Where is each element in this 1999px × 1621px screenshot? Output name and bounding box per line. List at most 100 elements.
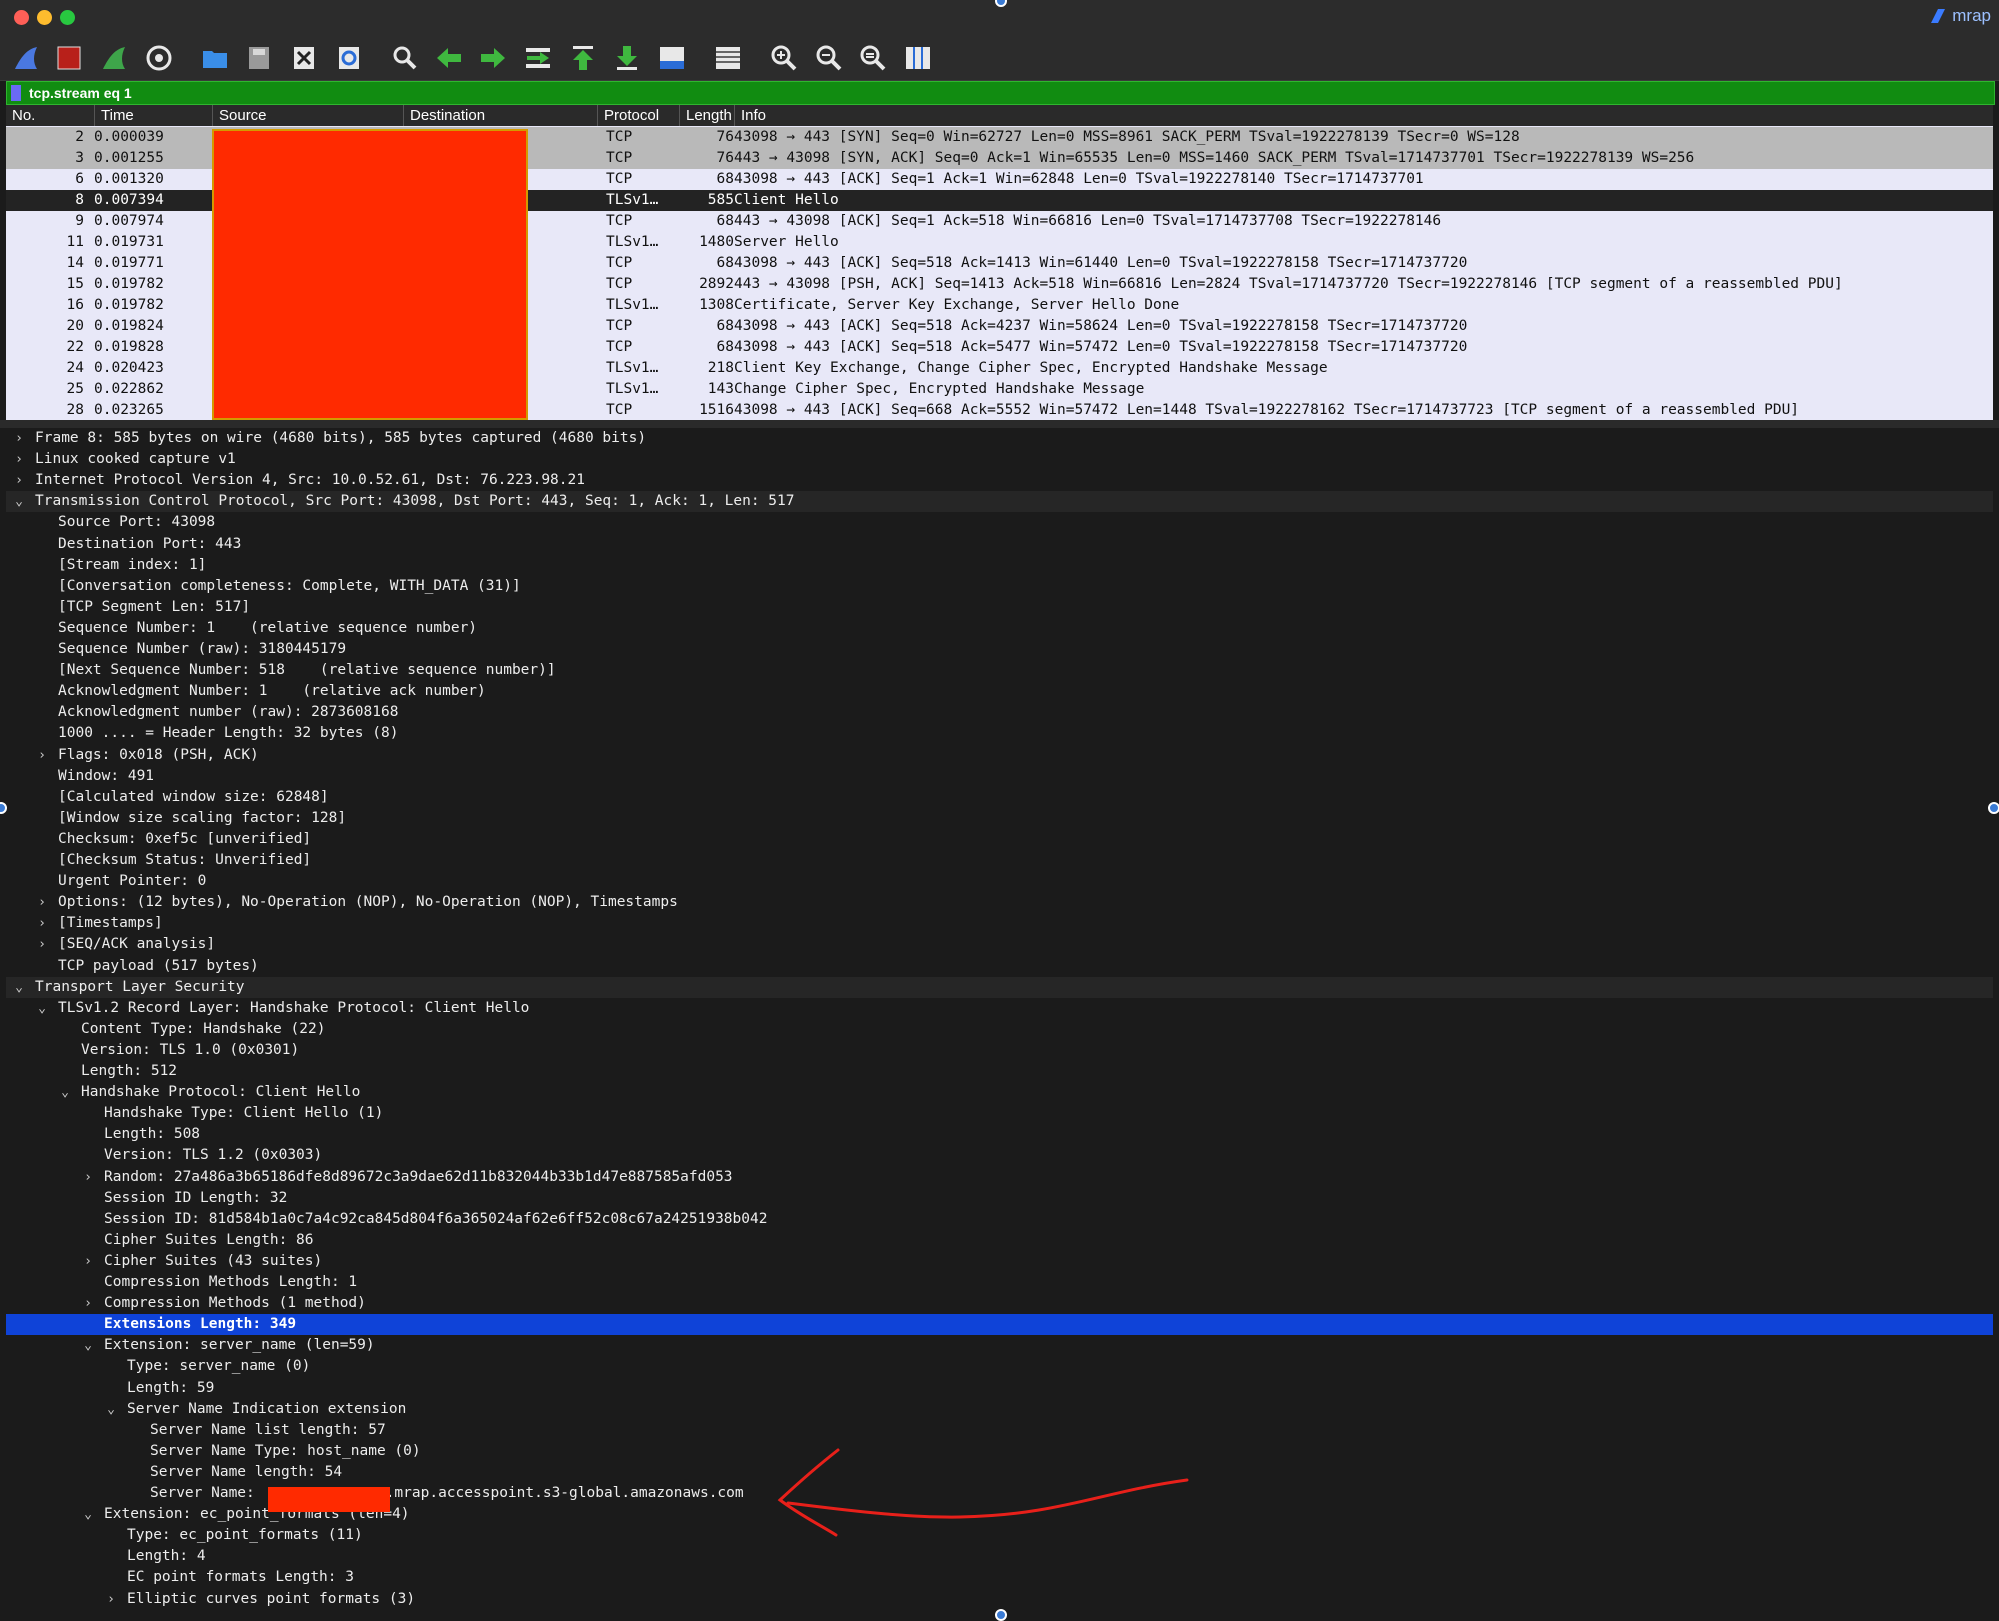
detail-row[interactable]: › Elliptic curves point formats (3): [6, 1589, 1993, 1610]
find-packet-button[interactable]: [387, 40, 423, 76]
detail-row[interactable]: Server Name Type: host_name (0): [6, 1441, 1993, 1462]
collapse-chevron-icon[interactable]: ⌄: [35, 998, 49, 1019]
expand-chevron-icon[interactable]: ›: [35, 892, 49, 913]
detail-row[interactable]: [Conversation completeness: Complete, WI…: [6, 576, 1993, 597]
expand-chevron-icon[interactable]: ›: [12, 449, 26, 470]
column-destination[interactable]: Destination: [403, 105, 597, 126]
expand-chevron-icon[interactable]: ›: [81, 1167, 95, 1188]
detail-row[interactable]: › Cipher Suites (43 suites): [6, 1251, 1993, 1272]
detail-row[interactable]: Server Name list length: 57: [6, 1420, 1993, 1441]
detail-row[interactable]: Type: ec_point_formats (11): [6, 1525, 1993, 1546]
expand-chevron-icon[interactable]: ›: [12, 470, 26, 491]
last-packet-button[interactable]: [609, 40, 645, 76]
restart-capture-button[interactable]: [96, 40, 132, 76]
expand-chevron-icon[interactable]: ›: [81, 1293, 95, 1314]
stop-capture-button[interactable]: [51, 40, 87, 76]
close-window-button[interactable]: [14, 10, 29, 25]
detail-row[interactable]: Length: 512: [6, 1061, 1993, 1082]
column-source[interactable]: Source: [212, 105, 403, 126]
detail-row[interactable]: Cipher Suites Length: 86: [6, 1230, 1993, 1251]
detail-row[interactable]: [Stream index: 1]: [6, 555, 1993, 576]
detail-row[interactable]: [Checksum Status: Unverified]: [6, 850, 1993, 871]
detail-row[interactable]: TCP payload (517 bytes): [6, 956, 1993, 977]
display-filter-bar[interactable]: tcp.stream eq 1: [6, 81, 1995, 105]
bookmark-icon[interactable]: [11, 85, 21, 101]
detail-row[interactable]: ⌄ Transport Layer Security: [6, 976, 1993, 998]
minimize-window-button[interactable]: [37, 10, 52, 25]
packet-list[interactable]: No. Time Source Destination Protocol Len…: [6, 105, 1993, 420]
detail-row[interactable]: Acknowledgment number (raw): 2873608168: [6, 702, 1993, 723]
detail-row[interactable]: Length: 4: [6, 1546, 1993, 1567]
detail-row[interactable]: Sequence Number (raw): 3180445179: [6, 639, 1993, 660]
display-filter-input[interactable]: tcp.stream eq 1: [29, 82, 132, 104]
start-capture-button[interactable]: [8, 40, 44, 76]
expand-chevron-icon[interactable]: ›: [35, 745, 49, 766]
expand-chevron-icon[interactable]: ›: [81, 1251, 95, 1272]
detail-row[interactable]: Urgent Pointer: 0: [6, 871, 1993, 892]
column-protocol[interactable]: Protocol: [597, 105, 679, 126]
bottom-resize-handle[interactable]: [995, 1609, 1007, 1621]
detail-row[interactable]: Source Port: 43098: [6, 512, 1993, 533]
detail-row[interactable]: › Compression Methods (1 method): [6, 1293, 1993, 1314]
detail-row[interactable]: Sequence Number: 1 (relative sequence nu…: [6, 618, 1993, 639]
collapse-chevron-icon[interactable]: ⌄: [81, 1335, 95, 1356]
detail-row[interactable]: Content Type: Handshake (22): [6, 1019, 1993, 1040]
detail-row[interactable]: Extensions Length: 349: [6, 1314, 1993, 1336]
detail-row[interactable]: ⌄ Transmission Control Protocol, Src Port…: [6, 491, 1993, 513]
detail-row[interactable]: ⌄ Handshake Protocol: Client Hello: [6, 1082, 1993, 1103]
detail-row[interactable]: Session ID Length: 32: [6, 1188, 1993, 1209]
column-length[interactable]: Length: [679, 105, 734, 126]
detail-row[interactable]: Length: 59: [6, 1378, 1993, 1399]
detail-row[interactable]: ⌄ Extension: server_name (len=59): [6, 1335, 1993, 1356]
open-file-button[interactable]: [197, 40, 233, 76]
detail-row[interactable]: Handshake Type: Client Hello (1): [6, 1103, 1993, 1124]
reload-file-button[interactable]: [331, 40, 367, 76]
detail-row[interactable]: Length: 508: [6, 1124, 1993, 1145]
first-packet-button[interactable]: [565, 40, 601, 76]
detail-row[interactable]: › Linux cooked capture v1: [6, 449, 1993, 470]
close-file-button[interactable]: [286, 40, 322, 76]
expand-chevron-icon[interactable]: ›: [104, 1589, 118, 1610]
collapse-chevron-icon[interactable]: ⌄: [12, 977, 26, 998]
pane-splitter[interactable]: [0, 420, 1999, 428]
detail-row[interactable]: › Internet Protocol Version 4, Src: 10.0.…: [6, 470, 1993, 491]
detail-row[interactable]: Acknowledgment Number: 1 (relative ack n…: [6, 681, 1993, 702]
detail-row[interactable]: › Random: 27a486a3b65186dfe8d89672c3a9dae…: [6, 1167, 1993, 1188]
autoscroll-button[interactable]: [654, 40, 690, 76]
detail-row[interactable]: › [Timestamps]: [6, 913, 1993, 934]
column-no[interactable]: No.: [6, 105, 94, 126]
collapse-chevron-icon[interactable]: ⌄: [104, 1399, 118, 1420]
column-time[interactable]: Time: [94, 105, 212, 126]
detail-row[interactable]: Destination Port: 443: [6, 534, 1993, 555]
zoom-out-button[interactable]: [811, 40, 847, 76]
resize-columns-button[interactable]: [900, 40, 936, 76]
detail-row[interactable]: Version: TLS 1.2 (0x0303): [6, 1145, 1993, 1166]
detail-row[interactable]: › Options: (12 bytes), No-Operation (NOP)…: [6, 892, 1993, 913]
detail-row[interactable]: ⌄ TLSv1.2 Record Layer: Handshake Protoco…: [6, 998, 1993, 1019]
go-back-button[interactable]: [431, 40, 467, 76]
collapse-chevron-icon[interactable]: ⌄: [12, 491, 26, 512]
detail-row[interactable]: Window: 491: [6, 766, 1993, 787]
go-forward-button[interactable]: [475, 40, 511, 76]
expand-chevron-icon[interactable]: ›: [35, 934, 49, 955]
detail-row[interactable]: 1000 .... = Header Length: 32 bytes (8): [6, 723, 1993, 744]
detail-row[interactable]: [TCP Segment Len: 517]: [6, 597, 1993, 618]
detail-row[interactable]: EC point formats Length: 3: [6, 1567, 1993, 1588]
detail-row[interactable]: Type: server_name (0): [6, 1356, 1993, 1377]
detail-row[interactable]: › Frame 8: 585 bytes on wire (4680 bits),…: [6, 428, 1993, 449]
detail-row[interactable]: [Next Sequence Number: 518 (relative seq…: [6, 660, 1993, 681]
save-file-button[interactable]: [241, 40, 277, 76]
zoom-in-button[interactable]: [766, 40, 802, 76]
detail-row[interactable]: ⌄ Server Name Indication extension: [6, 1399, 1993, 1420]
detail-row[interactable]: › [SEQ/ACK analysis]: [6, 934, 1993, 955]
detail-row[interactable]: [Window size scaling factor: 128]: [6, 808, 1993, 829]
detail-row[interactable]: Compression Methods Length: 1: [6, 1272, 1993, 1293]
right-resize-handle[interactable]: [1988, 802, 1999, 814]
detail-row[interactable]: Session ID: 81d584b1a0c7a4c92ca845d804f6…: [6, 1209, 1993, 1230]
expand-chevron-icon[interactable]: ›: [12, 428, 26, 449]
detail-row[interactable]: Checksum: 0xef5c [unverified]: [6, 829, 1993, 850]
expand-chevron-icon[interactable]: ›: [35, 913, 49, 934]
detail-row[interactable]: Server Name length: 54: [6, 1462, 1993, 1483]
colorize-button[interactable]: [710, 40, 746, 76]
zoom-window-button[interactable]: [60, 10, 75, 25]
